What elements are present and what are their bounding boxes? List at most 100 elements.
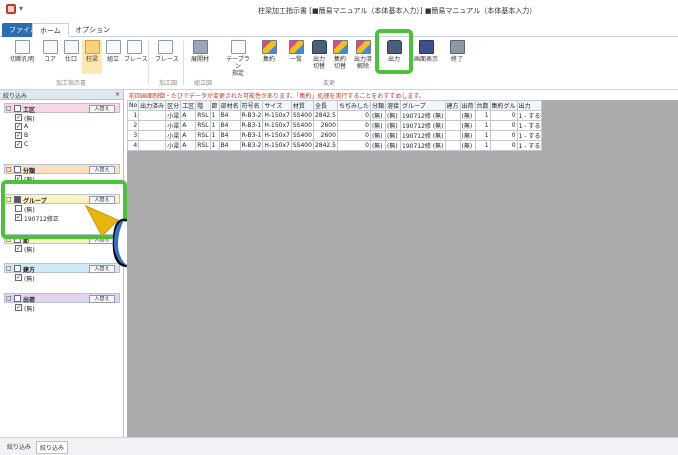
collapse-icon[interactable]: □ [6, 105, 12, 112]
table-cell[interactable]: 3 [126, 130, 140, 141]
col-header[interactable]: 建方 [444, 100, 461, 111]
table-cell[interactable]: 1 - する [516, 130, 543, 141]
table-cell[interactable] [444, 130, 461, 141]
table-cell[interactable]: 0 [489, 110, 518, 121]
table-cell[interactable]: (無) [384, 140, 402, 151]
table-cell[interactable]: (無) [459, 120, 476, 131]
table-cell[interactable]: A [180, 130, 197, 141]
table-cell[interactable]: 2600 [312, 130, 338, 141]
table-cell[interactable]: H-150x7 [262, 130, 292, 141]
col-header[interactable]: 部材名 [218, 100, 241, 111]
core-button[interactable]: コア [40, 40, 60, 74]
filter-item[interactable]: ✓ (無) [4, 113, 120, 123]
swap-button[interactable]: 入替え [89, 295, 115, 303]
col-header[interactable]: 出力 [516, 100, 543, 111]
swap-button[interactable]: 入替え [89, 105, 115, 113]
table-cell[interactable]: (無) [384, 130, 402, 141]
col-header[interactable]: 区分 [165, 100, 182, 111]
table-cell[interactable] [444, 120, 461, 131]
table-cell[interactable]: A [180, 140, 197, 151]
table-row[interactable]: 4 小梁 A RSL 1 B4 R-B3-2 H-150x7 SS400 2842.5 0 (無) (無… [126, 140, 543, 151]
table-cell[interactable]: A [180, 120, 197, 131]
col-header[interactable]: 溶接 [384, 100, 402, 111]
table-cell[interactable]: 小梁 [165, 120, 182, 131]
tenkaizai-button[interactable]: 展開材 [190, 40, 210, 74]
col-header[interactable]: 工区 [180, 100, 197, 111]
table-cell[interactable]: R-B3-2 [239, 110, 264, 121]
table-cell[interactable]: 0 [336, 110, 371, 121]
kumitate-button[interactable]: 組立 [103, 40, 123, 74]
table-row[interactable]: 2 小梁 A RSL 1 B4 R-B3-1 H-150x7 SS400 2600 0 (無) (無) 1… [126, 120, 543, 131]
aggregate-toggle-button[interactable]: 集約 切替 [330, 40, 350, 74]
col-header[interactable]: 集約グル [489, 100, 518, 111]
col-header[interactable]: No [126, 100, 140, 111]
table-cell[interactable]: 小梁 [165, 110, 182, 121]
section-checkbox[interactable] [14, 295, 21, 302]
output-clear-button[interactable]: 出力済 解除 [352, 40, 374, 74]
table-cell[interactable]: 190712修 (無) [400, 140, 446, 151]
table-cell[interactable]: (無) [369, 120, 386, 131]
table-cell[interactable]: 190712修 (無) [400, 110, 446, 121]
table-cell[interactable]: RSL [195, 130, 211, 141]
tape-button[interactable]: テープラン 指定 [226, 40, 250, 77]
table-cell[interactable]: 1 - する [516, 120, 543, 131]
table-cell[interactable] [444, 110, 461, 121]
filter-item[interactable]: ✓ A [4, 122, 120, 131]
table-cell[interactable]: 小梁 [165, 130, 182, 141]
output-toggle-button[interactable]: 出力 切替 [309, 40, 329, 74]
col-header[interactable]: サイズ [262, 100, 292, 111]
table-cell[interactable]: 0 [489, 120, 518, 131]
table-cell[interactable]: SS400 [290, 110, 314, 121]
table-cell[interactable]: 0 [336, 120, 371, 131]
table-cell[interactable]: 小梁 [165, 140, 182, 151]
exit-button[interactable]: 終了 [447, 40, 467, 74]
table-cell[interactable] [138, 120, 167, 131]
table-cell[interactable]: 1 [126, 110, 140, 121]
table-cell[interactable]: (無) [369, 110, 386, 121]
table-cell[interactable]: 0 [489, 130, 518, 141]
table-cell[interactable]: R-B3-1 [239, 130, 264, 141]
status-tab[interactable]: 絞り込み [4, 441, 34, 452]
col-header[interactable]: 出力済み [138, 100, 167, 111]
table-cell[interactable]: 2600 [312, 120, 338, 131]
table-cell[interactable]: H-150x7 [262, 120, 292, 131]
table-cell[interactable]: (無) [459, 140, 476, 151]
table-cell[interactable]: H-150x7 [262, 110, 292, 121]
collapse-icon[interactable]: □ [6, 295, 12, 302]
table-cell[interactable]: (無) [369, 140, 386, 151]
table-cell[interactable]: B4 [218, 140, 241, 151]
shiguchi-button[interactable]: 仕口 [61, 40, 81, 74]
table-cell[interactable]: 190712修 (無) [400, 130, 446, 141]
table-row[interactable]: 3 小梁 A RSL 1 B4 R-B3-1 H-150x7 SS400 2600 0 (無) (無) 1… [126, 130, 543, 141]
table-cell[interactable]: 1 [474, 110, 491, 121]
table-cell[interactable]: 1 [474, 130, 491, 141]
tab-home[interactable]: ホーム [32, 23, 69, 37]
table-cell[interactable] [444, 140, 461, 151]
swap-button[interactable]: 入替え [89, 166, 115, 174]
table-cell[interactable]: (無) [459, 110, 476, 121]
table-cell[interactable]: 1 - する [516, 110, 543, 121]
screen-display-button[interactable]: 画面表示 [412, 40, 440, 74]
table-cell[interactable]: H-150x7 [262, 140, 292, 151]
table-cell[interactable]: 2 [126, 120, 140, 131]
brace-button-2[interactable]: ブレース [155, 40, 179, 74]
col-header[interactable]: 節 [209, 100, 220, 111]
table-cell[interactable]: 1 [209, 120, 220, 131]
shuyaku-button[interactable]: 集約 [259, 40, 279, 74]
section-checkbox[interactable] [14, 265, 21, 272]
tab-options[interactable]: オプション [68, 23, 117, 37]
table-cell[interactable]: SS400 [290, 130, 314, 141]
table-cell[interactable]: (無) [369, 130, 386, 141]
table-cell[interactable]: 2842.5 [312, 110, 338, 121]
table-cell[interactable]: SS400 [290, 140, 314, 151]
table-row[interactable]: 1 小梁 A RSL 1 B4 R-B3-2 H-150x7 SS400 2842.5 0 (無) (無… [126, 110, 543, 121]
table-cell[interactable]: B4 [218, 110, 241, 121]
collapse-icon[interactable]: □ [6, 265, 12, 272]
table-cell[interactable]: A [180, 110, 197, 121]
table-cell[interactable]: R-B3-2 [239, 140, 264, 151]
status-tab-active[interactable]: 絞り込み [36, 441, 69, 454]
table-cell[interactable]: 0 [336, 140, 371, 151]
table-cell[interactable]: 0 [336, 130, 371, 141]
table-cell[interactable]: 1 [474, 120, 491, 131]
brace-button-1[interactable]: ブレース [124, 40, 148, 74]
